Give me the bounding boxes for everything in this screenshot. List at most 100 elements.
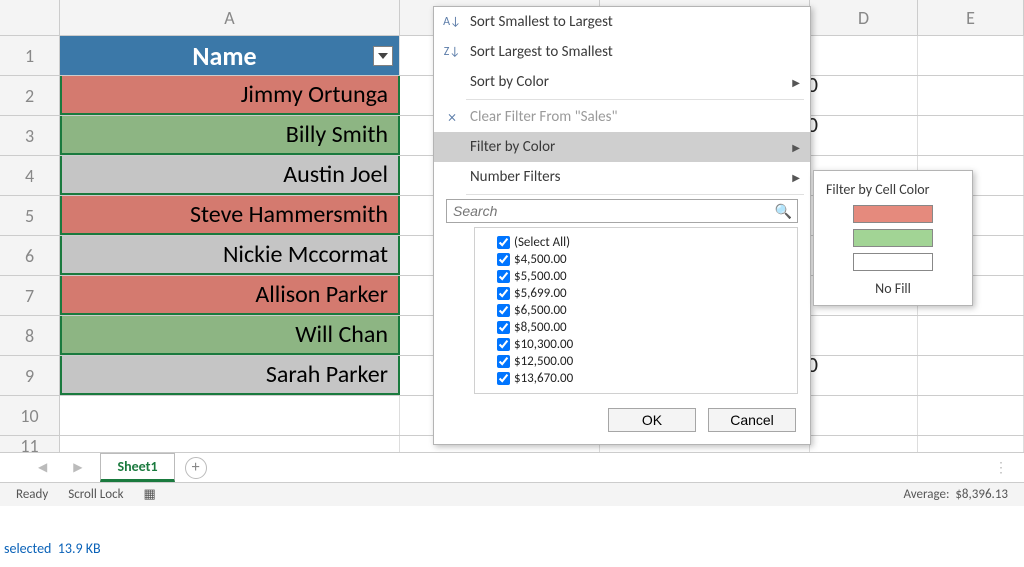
cell-E2[interactable] (918, 76, 1024, 115)
cell-A10[interactable] (60, 396, 400, 435)
filter-dropdown-menu: A↓ Sort Smallest to Largest Z↓ Sort Larg… (433, 6, 811, 445)
filter-value-checkbox[interactable] (497, 355, 510, 368)
row-header-5[interactable]: 5 (0, 196, 60, 235)
cell-E10[interactable] (918, 396, 1024, 435)
col-header-A[interactable]: A (60, 0, 400, 35)
filter-by-color-submenu: Filter by Cell Color No Fill (813, 170, 973, 306)
filter-value-checkbox[interactable] (497, 287, 510, 300)
sheet-tab-active[interactable]: Sheet1 (100, 453, 174, 482)
sheet-tab-bar: ◀ ▶ Sheet1 + ⋮ (0, 452, 1024, 482)
filter-value-item[interactable]: (Select All) (483, 234, 789, 251)
filter-value-checkbox[interactable] (497, 236, 510, 249)
cell-E8[interactable] (918, 316, 1024, 355)
cell-A3[interactable]: Billy Smith (60, 116, 400, 155)
cell-A1[interactable]: Name (60, 36, 400, 75)
menu-separator (466, 99, 804, 100)
sort-desc-icon: Z↓ (442, 45, 462, 59)
filter-value-label: $12,500.00 (514, 354, 573, 369)
status-ready: Ready (16, 487, 48, 502)
row-header-8[interactable]: 8 (0, 316, 60, 355)
cell-A9[interactable]: Sarah Parker (60, 356, 400, 395)
cell-A8[interactable]: Will Chan (60, 316, 400, 355)
filter-value-label: $4,500.00 (514, 252, 567, 267)
filter-value-item[interactable]: $5,500.00 (483, 268, 789, 285)
cell-D9[interactable] (810, 356, 918, 395)
filter-button-name[interactable] (373, 46, 393, 66)
tab-nav-next[interactable]: ▶ (65, 460, 90, 475)
filter-value-checkbox[interactable] (497, 253, 510, 266)
chevron-down-icon (378, 53, 388, 59)
cell-A2[interactable]: Jimmy Ortunga (60, 76, 400, 115)
filter-search: 🔍 (446, 199, 798, 223)
cell-D3[interactable] (810, 116, 918, 155)
cell-A6[interactable]: Nickie Mccormat (60, 236, 400, 275)
sort-asc-icon: A↓ (442, 15, 462, 29)
menu-sort-desc[interactable]: Z↓ Sort Largest to Smallest (434, 37, 810, 67)
search-icon: 🔍 (775, 203, 792, 220)
filter-value-item[interactable]: $5,699.00 (483, 285, 789, 302)
cell-D8[interactable] (810, 316, 918, 355)
filter-value-item[interactable]: $6,500.00 (483, 302, 789, 319)
filter-value-item[interactable]: $4,500.00 (483, 251, 789, 268)
row-header-7[interactable]: 7 (0, 276, 60, 315)
selection-footer: selected 13.9 KB (4, 540, 101, 557)
menu-separator (466, 194, 804, 195)
col-header-E[interactable]: E (918, 0, 1024, 35)
filter-value-label: (Select All) (514, 235, 570, 250)
filter-value-checkbox[interactable] (497, 321, 510, 334)
filter-value-checkbox[interactable] (497, 304, 510, 317)
filter-value-label: $8,500.00 (514, 320, 567, 335)
color-swatch-red[interactable] (853, 205, 933, 223)
cell-A5[interactable]: Steve Hammersmith (60, 196, 400, 235)
filter-value-item[interactable]: $13,670.00 (483, 370, 789, 387)
filter-value-checkbox[interactable] (497, 338, 510, 351)
cell-D1[interactable] (810, 36, 918, 75)
menu-clear-filter: ⨯ Clear Filter From "Sales" (434, 102, 810, 132)
menu-sort-asc[interactable]: A↓ Sort Smallest to Largest (434, 7, 810, 37)
header-name-label: Name (192, 40, 256, 72)
row-header-4[interactable]: 4 (0, 156, 60, 195)
menu-sort-by-color[interactable]: Sort by Color ▶ (434, 67, 810, 97)
filter-value-checkbox[interactable] (497, 372, 510, 385)
filter-value-label: $5,500.00 (514, 269, 567, 284)
cell-E9[interactable] (918, 356, 1024, 395)
row-header-1[interactable]: 1 (0, 36, 60, 75)
row-header-9[interactable]: 9 (0, 356, 60, 395)
cell-E3[interactable] (918, 116, 1024, 155)
cancel-button[interactable]: Cancel (708, 408, 796, 432)
filter-search-input[interactable] (446, 199, 798, 223)
cell-E1[interactable] (918, 36, 1024, 75)
filter-value-label: $6,500.00 (514, 303, 567, 318)
row-header-6[interactable]: 6 (0, 236, 60, 275)
filter-value-label: $5,699.00 (514, 286, 567, 301)
color-swatch-green[interactable] (853, 229, 933, 247)
ok-button[interactable]: OK (608, 408, 696, 432)
cell-A7[interactable]: Allison Parker (60, 276, 400, 315)
filter-value-checkbox[interactable] (497, 270, 510, 283)
select-all-corner[interactable] (0, 0, 60, 35)
tab-options-icon[interactable]: ⋮ (994, 459, 1008, 476)
submenu-arrow-icon: ▶ (792, 76, 800, 89)
filter-value-item[interactable]: $12,500.00 (483, 353, 789, 370)
color-swatch-white[interactable] (853, 253, 933, 271)
submenu-arrow-icon: ▶ (792, 171, 800, 184)
status-scroll-lock: Scroll Lock (68, 487, 123, 502)
filter-values-tree: (Select All) $4,500.00 $5,500.00 $5,699.00 $… (474, 227, 798, 394)
cell-A4[interactable]: Austin Joel (60, 156, 400, 195)
tab-nav-prev[interactable]: ◀ (30, 460, 55, 475)
row-header-2[interactable]: 2 (0, 76, 60, 115)
filter-value-item[interactable]: $8,500.00 (483, 319, 789, 336)
no-fill-option[interactable]: No Fill (814, 274, 972, 299)
record-macro-icon[interactable]: ▦ (144, 487, 156, 502)
submenu-arrow-icon: ▶ (792, 141, 800, 154)
row-header-10[interactable]: 10 (0, 396, 60, 435)
add-sheet-button[interactable]: + (185, 457, 207, 479)
col-header-D[interactable]: D (810, 0, 918, 35)
cell-D2[interactable] (810, 76, 918, 115)
menu-filter-by-color[interactable]: Filter by Color ▶ (434, 132, 810, 162)
row-header-3[interactable]: 3 (0, 116, 60, 155)
clear-filter-icon: ⨯ (442, 110, 462, 125)
filter-value-item[interactable]: $10,300.00 (483, 336, 789, 353)
menu-number-filters[interactable]: Number Filters ▶ (434, 162, 810, 192)
cell-D10[interactable] (810, 396, 918, 435)
